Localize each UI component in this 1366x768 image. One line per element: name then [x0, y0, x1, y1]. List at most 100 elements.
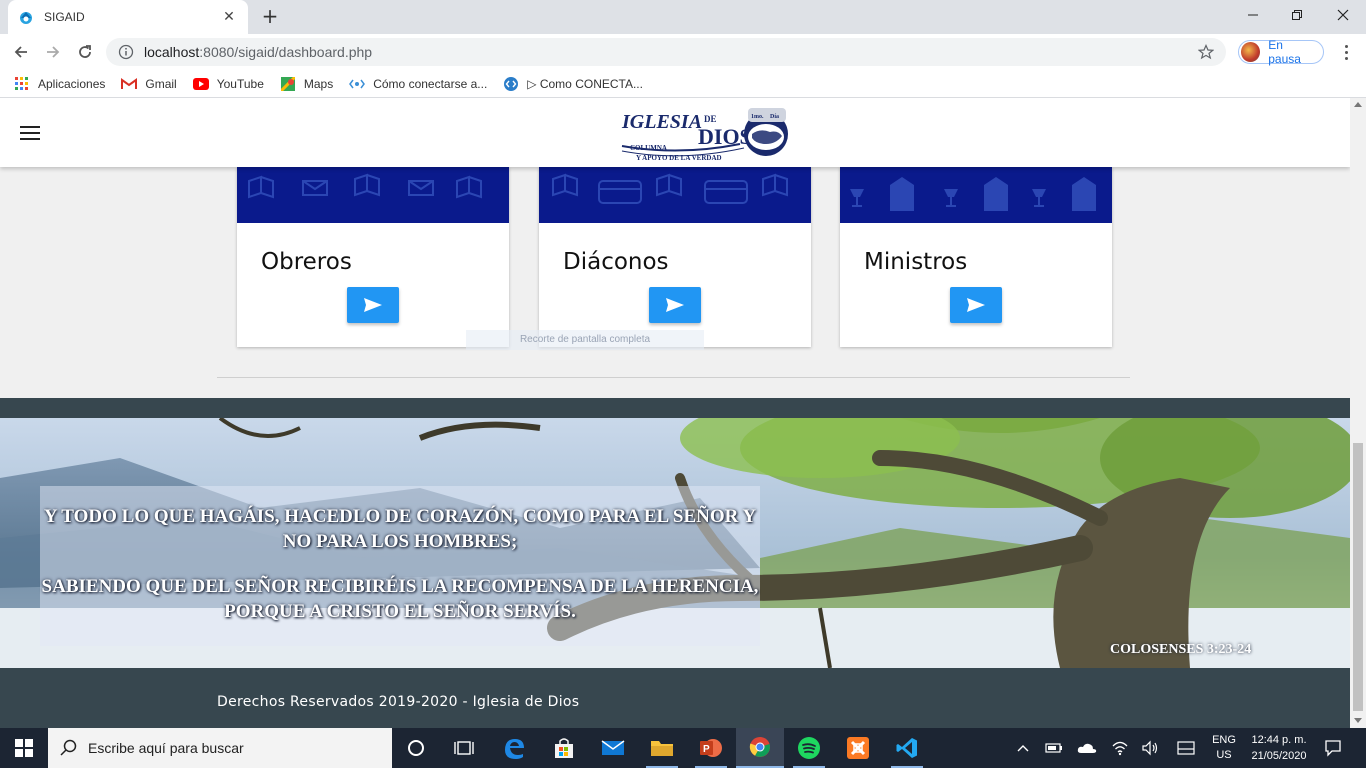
tray-battery[interactable]: [1042, 728, 1066, 768]
app-header: IGLESIA DE DIOS COLUMNA Y APOYO DE LA VE…: [0, 98, 1350, 167]
svg-text:IGLESIA: IGLESIA: [621, 111, 702, 133]
spotify-icon: [798, 737, 820, 759]
svg-text:DIOS: DIOS: [698, 124, 752, 149]
keyboard-icon: [1177, 741, 1195, 755]
section-divider: [217, 377, 1130, 378]
card-title: Ministros: [864, 249, 968, 275]
info-icon[interactable]: [118, 44, 134, 60]
hamburger-menu-icon[interactable]: [20, 126, 40, 140]
tab-close-icon[interactable]: ✕: [220, 9, 238, 25]
gmail-icon: [121, 77, 138, 91]
book-envelope-pattern-icon: [248, 173, 482, 199]
vscode-app[interactable]: [883, 728, 931, 768]
bookmark-label: Maps: [303, 76, 334, 91]
page-footer: Y TODO LO QUE HAGÁIS, HACEDLO DE CORAZÓN…: [0, 398, 1350, 728]
notification-icon: [1325, 740, 1341, 757]
scrollbar-thumb[interactable]: [1353, 443, 1363, 711]
bookmarks-bar: Aplicaciones Gmail YouTube Maps Cómo con…: [0, 70, 1366, 98]
url-path: :8080/sigaid/dashboard.php: [199, 44, 373, 60]
tray-input-indicator[interactable]: [1172, 728, 1200, 768]
star-icon[interactable]: [1198, 44, 1214, 60]
browser-tab[interactable]: SIGAID ✕: [8, 0, 248, 34]
bookmark-conecta[interactable]: ▷ Como CONECTA...: [503, 76, 643, 91]
taskbar-clock[interactable]: 12:44 p. m. 21/05/2020: [1244, 728, 1314, 768]
card-banner: [539, 167, 811, 223]
powerpoint-app[interactable]: P: [687, 728, 735, 768]
cloud-icon: [1077, 743, 1097, 753]
card-obreros: Obreros: [237, 167, 509, 347]
profile-status: En pausa: [1268, 38, 1301, 66]
profile-button[interactable]: En pausa: [1238, 38, 1324, 66]
book-pattern-icon: [552, 173, 788, 204]
scroll-down-icon[interactable]: [1354, 718, 1362, 723]
url-host: localhost: [144, 44, 200, 60]
svg-text:COLUMNA: COLUMNA: [630, 144, 667, 152]
xampp-app[interactable]: [834, 728, 882, 768]
edge-icon: [505, 739, 524, 759]
bookmark-youtube[interactable]: YouTube: [192, 77, 264, 91]
card-title: Diáconos: [563, 249, 669, 275]
browser-toolbar: localhost:8080/sigaid/dashboard.php En p…: [0, 34, 1366, 70]
reload-button[interactable]: [72, 39, 98, 65]
reload-icon: [79, 45, 91, 58]
bookmark-label: Gmail: [145, 76, 177, 91]
cortana-circle-icon: [408, 740, 424, 756]
search-icon: [60, 739, 77, 756]
store-app[interactable]: [540, 728, 588, 768]
page-scrollbar[interactable]: [1350, 98, 1366, 728]
mail-app[interactable]: [589, 728, 637, 768]
bible-verse: Y TODO LO QUE HAGÁIS, HACEDLO DE CORAZÓN…: [40, 504, 760, 644]
verse-paragraph-1: Y TODO LO QUE HAGÁIS, HACEDLO DE CORAZÓN…: [43, 506, 757, 552]
url-text: localhost:8080/sigaid/dashboard.php: [144, 44, 1198, 60]
go-ministros-button[interactable]: [950, 287, 1002, 323]
address-bar[interactable]: localhost:8080/sigaid/dashboard.php: [106, 38, 1226, 66]
new-tab-button[interactable]: +: [258, 4, 282, 28]
clock-date: 21/05/2020: [1251, 750, 1307, 762]
arrow-left-icon: [14, 46, 27, 58]
file-explorer-app[interactable]: [638, 728, 686, 768]
close-window-button[interactable]: [1320, 0, 1366, 30]
tray-wifi[interactable]: [1108, 728, 1132, 768]
bookmark-conectarse[interactable]: Cómo conectarse a...: [349, 77, 487, 91]
bookmark-label: Aplicaciones: [38, 76, 106, 91]
page-viewport: IGLESIA DE DIOS COLUMNA Y APOYO DE LA VE…: [0, 98, 1350, 728]
back-button[interactable]: [8, 39, 34, 65]
menu-kebab-icon[interactable]: [1336, 42, 1356, 62]
snip-tooltip: Recorte de pantalla completa: [466, 330, 704, 350]
taskbar-search-box[interactable]: Escribe aquí para buscar: [48, 728, 392, 768]
edge-app[interactable]: [490, 728, 538, 768]
send-icon: [364, 298, 382, 312]
mail-icon: [601, 740, 625, 755]
verse-reference: COLOSENSES 3:23-24: [1110, 642, 1252, 657]
site-favicon-icon: [20, 12, 32, 24]
action-center-button[interactable]: [1318, 728, 1348, 768]
minimize-button[interactable]: [1230, 0, 1276, 30]
clock-time: 12:44 p. m.: [1251, 734, 1307, 746]
start-button[interactable]: [0, 728, 48, 768]
church-chalice-pattern-icon: [850, 177, 1096, 211]
card-banner: [840, 167, 1112, 223]
windows-logo-icon: [15, 739, 33, 757]
show-hidden-icons-button[interactable]: [1012, 728, 1034, 768]
bookmark-maps[interactable]: Maps: [280, 76, 334, 91]
go-obreros-button[interactable]: [347, 287, 399, 323]
language-indicator[interactable]: ENG US: [1204, 728, 1244, 768]
cortana-button[interactable]: [392, 728, 440, 768]
bookmark-gmail[interactable]: Gmail: [121, 76, 177, 91]
forward-button[interactable]: [40, 39, 66, 65]
send-icon: [666, 298, 684, 312]
tray-volume[interactable]: [1138, 728, 1162, 768]
chrome-app[interactable]: [736, 728, 784, 768]
bookmark-apps[interactable]: Aplicaciones: [14, 76, 106, 91]
task-view-button[interactable]: [440, 728, 488, 768]
search-placeholder: Escribe aquí para buscar: [88, 740, 244, 756]
verse-paragraph-2: SABIENDO QUE DEL SEÑOR RECIBIRÉIS LA REC…: [41, 576, 759, 622]
copyright-text: Derechos Reservados 2019-2020 - Iglesia …: [217, 694, 580, 710]
tray-onedrive[interactable]: [1074, 728, 1100, 768]
scroll-up-icon[interactable]: [1354, 102, 1362, 107]
spotify-app[interactable]: [785, 728, 833, 768]
apps-grid-icon: [14, 76, 30, 91]
go-diaconos-button[interactable]: [649, 287, 701, 323]
restore-button[interactable]: [1274, 0, 1320, 30]
link-icon: [349, 77, 366, 91]
